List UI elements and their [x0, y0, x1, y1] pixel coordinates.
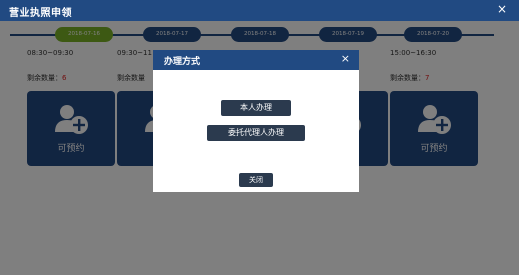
dialog-title: 办理方式 — [164, 57, 201, 67]
title-bar: 营业执照申领 × — [0, 0, 519, 21]
agent-handle-button[interactable]: 委托代理人办理 — [207, 125, 305, 141]
close-icon[interactable]: × — [341, 52, 350, 65]
close-icon[interactable]: × — [497, 2, 507, 16]
self-handle-button[interactable]: 本人办理 — [221, 100, 291, 116]
window-title: 营业执照申领 — [9, 8, 72, 19]
dialog-header: 办理方式 × — [153, 50, 359, 70]
close-button[interactable]: 关闭 — [239, 173, 273, 187]
handling-method-dialog: 办理方式 × 本人办理 委托代理人办理 关闭 — [153, 50, 359, 192]
appointment-window: 营业执照申领 × 2018-07-16 2018-07-17 2018-07-1… — [0, 0, 519, 275]
